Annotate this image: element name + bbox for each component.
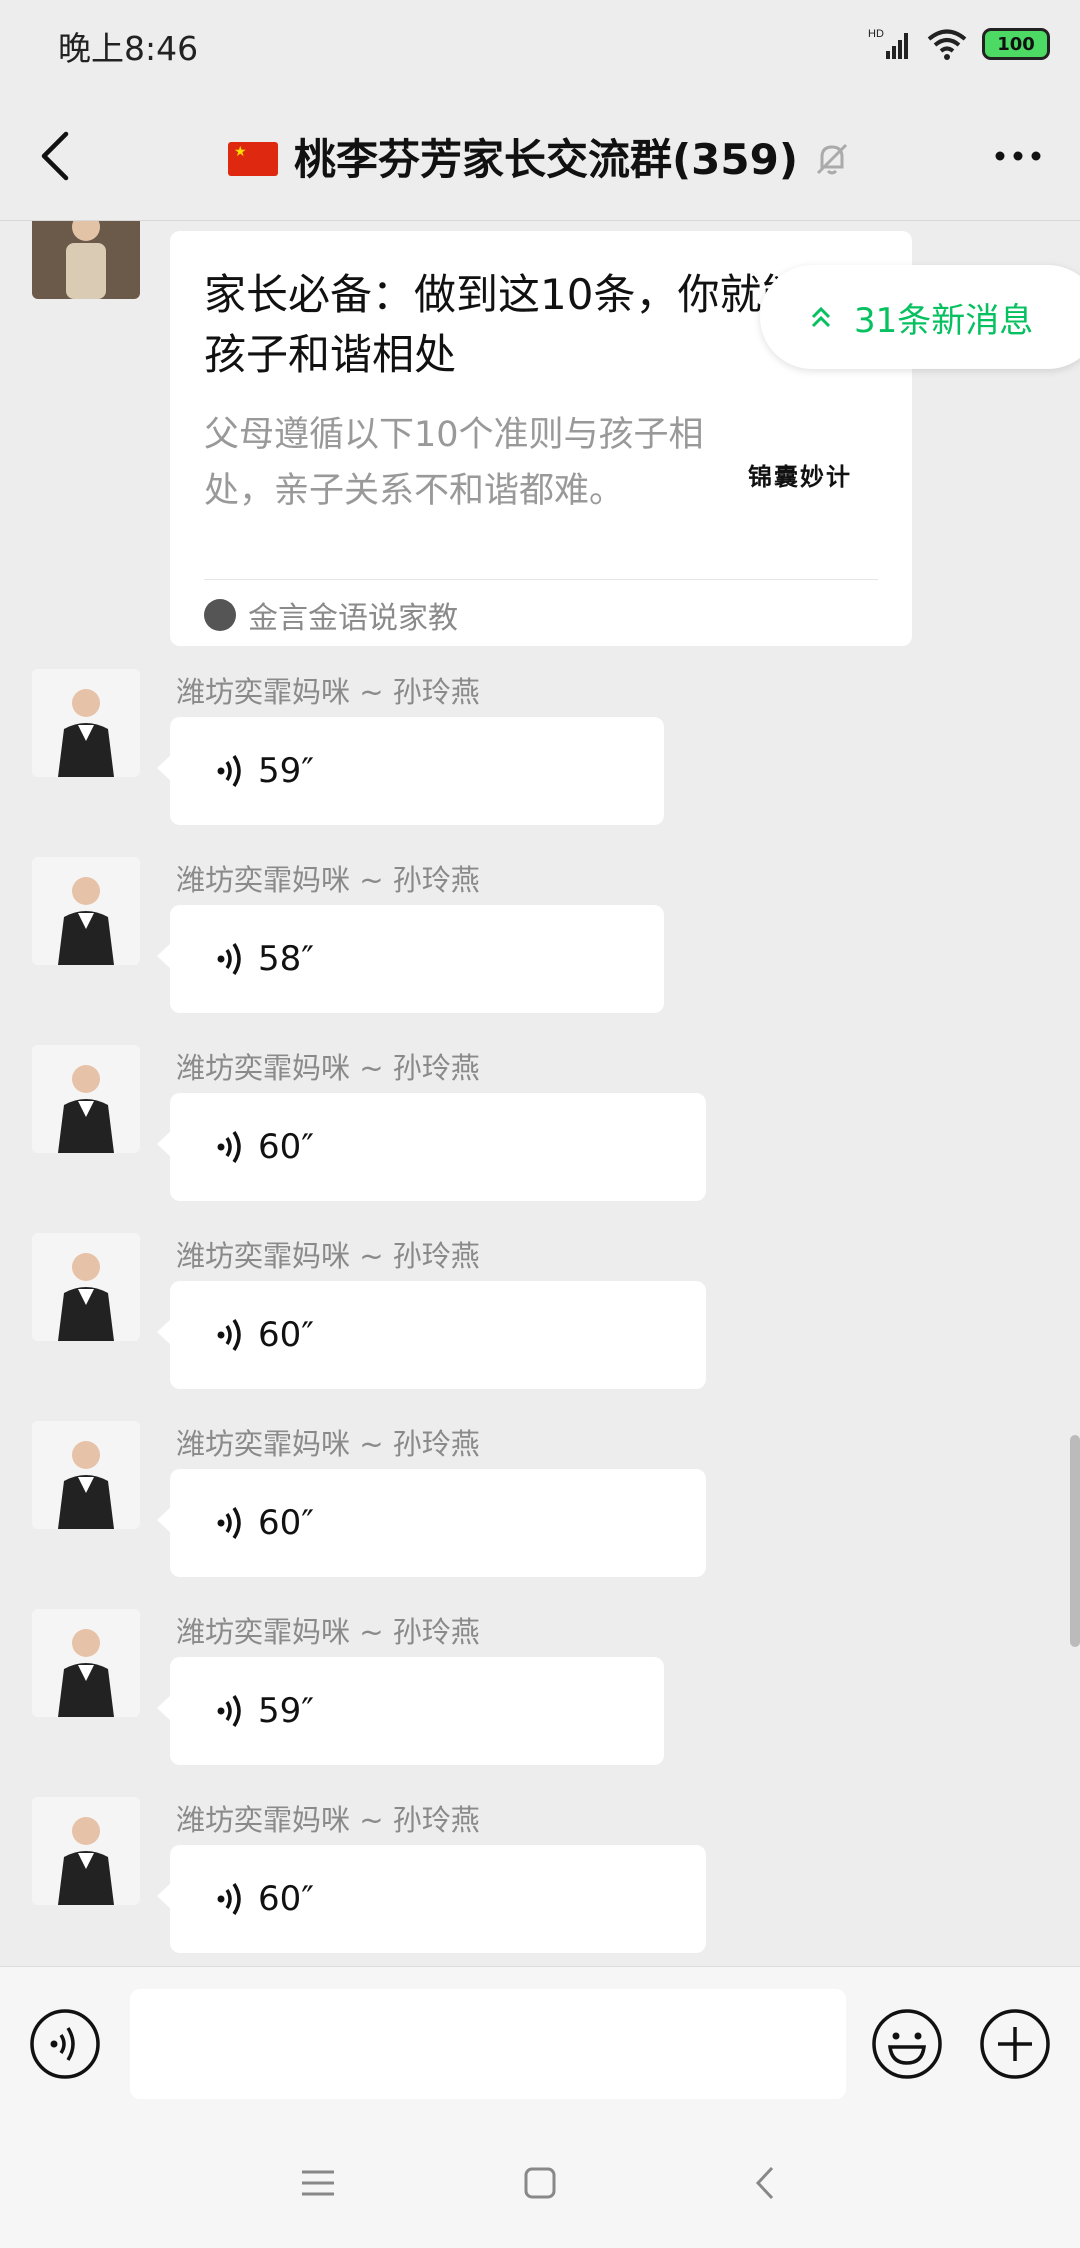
sender-name: 潍坊奕霏妈咪 ~ 孙玲燕: [176, 1803, 480, 1837]
input-bar: [0, 1966, 1080, 2121]
more-horizontal-icon[interactable]: [992, 138, 1044, 174]
voice-wave-icon: [217, 755, 241, 787]
sender-avatar[interactable]: [32, 1045, 140, 1153]
voice-duration: 58″: [258, 939, 314, 979]
back-nav-icon[interactable]: [736, 2158, 796, 2208]
scrollbar[interactable]: [1070, 1435, 1080, 1647]
person-avatar-image: [32, 1609, 140, 1717]
cellular-signal-icon: HD: [868, 28, 908, 59]
chat-title[interactable]: ★ 桃李芬芳家长交流群(359): [0, 126, 1080, 187]
sender-name: 潍坊奕霏妈咪 ~ 孙玲燕: [176, 1051, 480, 1085]
voice-bubble[interactable]: 60″: [157, 1845, 706, 1953]
voice-duration: 60″: [258, 1127, 314, 1167]
source-avatar-icon: [204, 599, 236, 631]
battery-icon: 100: [982, 28, 1050, 60]
article-description: 父母遵循以下10个准则与孩子相处，亲子关系不和谐都难。: [204, 415, 704, 511]
voice-wave-icon: [217, 1695, 241, 1727]
system-nav-bar: [0, 2120, 1080, 2248]
voice-duration: 59″: [258, 1691, 314, 1731]
message-input[interactable]: [130, 1989, 846, 2099]
person-avatar-image: [32, 1233, 140, 1341]
sender-name: 潍坊奕霏妈咪 ~ 孙玲燕: [176, 1615, 480, 1649]
sender-avatar[interactable]: [32, 1233, 140, 1341]
double-chevron-up-icon: [811, 306, 831, 328]
sender-name: 潍坊奕霏妈咪 ~ 孙玲燕: [176, 863, 480, 897]
network-type-label: HD: [868, 28, 884, 40]
chat-message-list[interactable]: 家长必备：做到这10条，你就能与孩子和谐相处 父母遵循以下10个准则与孩子相处，…: [0, 221, 1080, 1965]
voice-wave-icon: [217, 1319, 241, 1351]
voice-duration: 59″: [258, 751, 314, 791]
sender-name: 潍坊奕霏妈咪 ~ 孙玲燕: [176, 1427, 480, 1461]
person-avatar-image: [32, 669, 140, 777]
sender-name: 潍坊奕霏妈咪 ~ 孙玲燕: [176, 675, 480, 709]
voice-wave-icon: [217, 1883, 241, 1915]
sender-avatar[interactable]: [32, 1421, 140, 1529]
sender-avatar[interactable]: [32, 221, 140, 299]
voice-bubble[interactable]: 58″: [157, 905, 664, 1013]
voice-wave-icon: [217, 1131, 241, 1163]
new-messages-button[interactable]: 31条新消息: [760, 265, 1080, 369]
group-name: 桃李芬芳家长交流群(359): [293, 135, 799, 184]
sender-avatar[interactable]: [32, 1797, 140, 1905]
article-thumbnail: 锦囊妙计: [748, 462, 852, 491]
voice-bubble[interactable]: 60″: [157, 1093, 706, 1201]
new-messages-label: 31条新消息: [854, 300, 1034, 341]
voice-bubble[interactable]: 60″: [157, 1281, 706, 1389]
chat-header: ★ 桃李芬芳家长交流群(359): [0, 90, 1080, 221]
menu-icon[interactable]: [288, 2158, 348, 2208]
voice-bubble[interactable]: 60″: [157, 1469, 706, 1577]
person-avatar-image: [32, 857, 140, 965]
sender-avatar[interactable]: [32, 669, 140, 777]
status-bar: 晚上8:46 HD 100: [0, 0, 1080, 90]
battery-level: 100: [997, 33, 1035, 55]
china-flag-icon: ★: [227, 141, 278, 176]
status-icons: HD 100: [868, 22, 1050, 66]
card-divider: [204, 579, 878, 580]
bell-off-icon: [816, 143, 848, 174]
person-avatar-image: [32, 1421, 140, 1529]
voice-bubble[interactable]: 59″: [157, 717, 664, 825]
voice-duration: 60″: [258, 1503, 314, 1543]
smile-icon[interactable]: [870, 2007, 944, 2081]
voice-wave-icon: [217, 943, 241, 975]
voice-duration: 60″: [258, 1879, 314, 1919]
home-icon[interactable]: [510, 2158, 570, 2208]
person-avatar-image: [32, 1045, 140, 1153]
voice-bubble[interactable]: 59″: [157, 1657, 664, 1765]
source-name: 金言金语说家教: [248, 601, 458, 636]
voice-wave-icon: [217, 1507, 241, 1539]
voice-input-icon[interactable]: [28, 2007, 102, 2081]
sender-name: 潍坊奕霏妈咪 ~ 孙玲燕: [176, 1239, 480, 1273]
plus-circle-icon[interactable]: [978, 2007, 1052, 2081]
sender-avatar[interactable]: [32, 1609, 140, 1717]
person-avatar-image: [32, 1797, 140, 1905]
article-source: 金言金语说家教: [204, 593, 458, 637]
voice-duration: 60″: [258, 1315, 314, 1355]
status-time: 晚上8:46: [58, 29, 199, 68]
sender-avatar[interactable]: [32, 857, 140, 965]
wifi-icon: [927, 29, 967, 60]
person-avatar-image: [32, 221, 140, 299]
